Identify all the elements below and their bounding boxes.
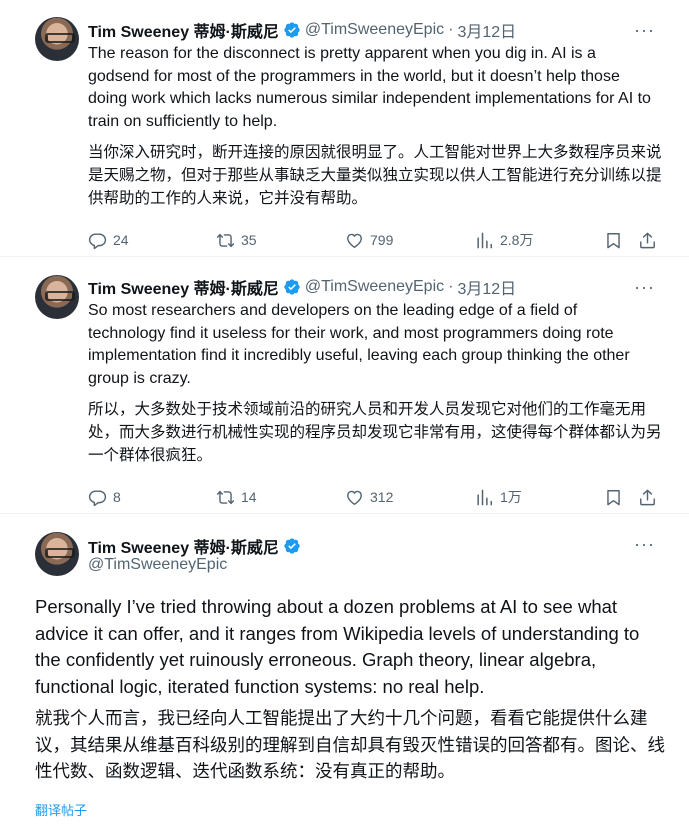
verified-badge-icon — [283, 537, 301, 555]
author-name[interactable]: Tim Sweeney 蒂姆·斯威尼 — [88, 18, 279, 42]
tweet-text: The reason for the disconnect is pretty … — [88, 45, 651, 130]
views-icon — [475, 488, 494, 507]
tweet-translation: 所以，大多数处于技术领域前沿的研究人员和开发人员发现它对他们的工作毫无用处，而大… — [88, 400, 662, 464]
bookmark-button[interactable] — [604, 229, 623, 251]
avatar[interactable] — [35, 275, 79, 319]
tweet-translation: 就我个人而言，我已经向人工智能提出了大约十几个问题，看看它能提供什么建议，其结果… — [35, 709, 665, 782]
reply-icon — [88, 488, 107, 507]
translate-post-link[interactable]: 翻译帖子 — [35, 800, 87, 819]
like-button[interactable]: 799 — [345, 229, 393, 251]
repost-button[interactable]: 14 — [216, 486, 257, 508]
verified-badge-icon — [283, 278, 301, 296]
bookmark-icon — [604, 231, 623, 250]
views-count: 2.8万 — [500, 232, 534, 248]
author-name[interactable]: Tim Sweeney 蒂姆·斯威尼 — [88, 275, 279, 299]
tweet-actions: 8 14 312 1万 — [88, 486, 658, 508]
like-icon — [345, 488, 364, 507]
repost-icon — [216, 231, 235, 250]
repost-count: 35 — [241, 232, 257, 248]
tweet-date[interactable]: 3月12日 — [457, 275, 516, 299]
more-options-icon[interactable]: ··· — [634, 535, 654, 558]
reply-count: 8 — [113, 489, 121, 505]
tweet-header: Tim Sweeney 蒂姆·斯威尼 — [88, 534, 301, 558]
separator-dot: · — [448, 278, 454, 295]
share-button[interactable] — [638, 229, 657, 251]
repost-count: 14 — [241, 489, 257, 505]
share-button[interactable] — [638, 486, 657, 508]
avatar[interactable] — [35, 17, 79, 61]
tweet-date[interactable]: 3月12日 — [457, 18, 516, 42]
tweet-actions: 24 35 799 2.8万 — [88, 229, 658, 251]
tweet-header: Tim Sweeney 蒂姆·斯威尼 @TimSweeneyEpic · 3月1… — [88, 19, 516, 41]
more-options-icon[interactable]: ··· — [634, 21, 654, 44]
avatar[interactable] — [35, 532, 79, 576]
focused-tweet: Tim Sweeney 蒂姆·斯威尼 @TimSweeneyEpic ··· P… — [0, 514, 689, 828]
views-button[interactable]: 2.8万 — [475, 229, 533, 251]
like-count: 312 — [370, 489, 394, 505]
reply-button[interactable]: 24 — [88, 229, 129, 251]
author-name[interactable]: Tim Sweeney 蒂姆·斯威尼 — [88, 534, 279, 558]
bookmark-icon — [604, 488, 623, 507]
bookmark-button[interactable] — [604, 486, 623, 508]
author-handle[interactable]: @TimSweeneyEpic — [305, 21, 444, 39]
views-icon — [475, 231, 494, 250]
tweet-header: Tim Sweeney 蒂姆·斯威尼 @TimSweeneyEpic · 3月1… — [88, 276, 516, 298]
views-count: 1万 — [500, 489, 522, 505]
share-icon — [638, 231, 657, 250]
tweet-translation: 当你深入研究时，断开连接的原因就很明显了。人工智能对世界上大多数程序员来说是天赐… — [88, 143, 662, 207]
separator-dot: · — [448, 21, 454, 38]
tweet[interactable]: Tim Sweeney 蒂姆·斯威尼 @TimSweeneyEpic · 3月1… — [0, 257, 689, 514]
reply-button[interactable]: 8 — [88, 486, 121, 508]
views-button[interactable]: 1万 — [475, 486, 522, 508]
verified-badge-icon — [283, 21, 301, 39]
repost-icon — [216, 488, 235, 507]
author-handle[interactable]: @TimSweeneyEpic — [305, 278, 444, 296]
tweet-text: Personally I’ve tried throwing about a d… — [35, 596, 640, 697]
author-handle[interactable]: @TimSweeneyEpic — [88, 556, 227, 574]
tweet[interactable]: Tim Sweeney 蒂姆·斯威尼 @TimSweeneyEpic · 3月1… — [0, 0, 689, 257]
repost-button[interactable]: 35 — [216, 229, 257, 251]
like-button[interactable]: 312 — [345, 486, 393, 508]
like-count: 799 — [370, 232, 394, 248]
more-options-icon[interactable]: ··· — [634, 278, 654, 301]
reply-count: 24 — [113, 232, 129, 248]
tweet-text: So most researchers and developers on th… — [88, 302, 630, 387]
like-icon — [345, 231, 364, 250]
reply-icon — [88, 231, 107, 250]
share-icon — [638, 488, 657, 507]
